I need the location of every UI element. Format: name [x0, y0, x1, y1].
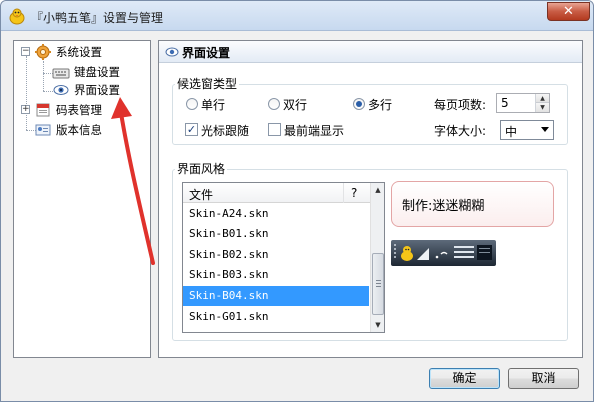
eye-icon [165, 47, 179, 57]
book-icon [36, 103, 50, 117]
skin-row[interactable]: Skin-A24.skn [183, 204, 369, 224]
radio-single-row-label[interactable]: 单行 [201, 96, 225, 113]
title-bar[interactable]: 『小鸭五笔』设置与管理 ✕ [1, 1, 593, 31]
skin-style-title: 界面风格 [175, 160, 228, 177]
topmost-checkbox[interactable] [268, 123, 281, 136]
duck-app-icon [9, 8, 25, 25]
skin-row[interactable]: Skin-G01.skn [183, 307, 369, 327]
scroll-thumb[interactable] [372, 253, 384, 315]
column-divider[interactable] [343, 183, 344, 203]
radio-double-row[interactable] [268, 98, 280, 110]
spin-up-icon[interactable]: ▲ [536, 94, 549, 103]
tree-item-version-info[interactable]: 版本信息 [14, 121, 150, 139]
spin-buttons: ▲ ▼ [535, 94, 549, 112]
skin-row-selected[interactable]: Skin-B04.skn [183, 286, 369, 306]
panel-header: 界面设置 [159, 41, 582, 63]
tree-item-label: 键盘设置 [74, 65, 120, 79]
toolbar-preview-graphic [394, 244, 492, 261]
info-card-icon [35, 124, 51, 136]
radio-single-row[interactable] [186, 98, 198, 110]
font-size-label: 字体大小: [434, 124, 487, 138]
keyboard-icon [52, 68, 70, 79]
skin-file-list[interactable]: 文件 ? Skin-A24.skn Skin-B01.skn Skin-B02.… [182, 182, 385, 333]
skin-row[interactable]: Skin-B03.skn [183, 265, 369, 285]
eye-icon [53, 85, 69, 95]
font-size-select[interactable]: 中 [500, 120, 554, 140]
close-icon: ✕ [563, 4, 574, 19]
settings-window: 『小鸭五笔』设置与管理 ✕ − 系统设置 键盘设置 界面设置 + 码表管理 版本… [0, 0, 594, 402]
toolbar-preview [391, 240, 496, 266]
expand-icon[interactable]: + [21, 105, 30, 114]
ok-button[interactable]: 确定 [429, 368, 500, 389]
column-header-help[interactable]: ? [351, 186, 357, 200]
list-header: 文件 ? [183, 183, 370, 203]
skin-preview: 制作:迷迷糊糊 [391, 181, 554, 227]
radio-multi-row-label[interactable]: 多行 [368, 96, 392, 113]
tree-item-label: 系统设置 [56, 45, 102, 59]
candidate-type-title: 候选窗类型 [175, 75, 240, 92]
radio-multi-row[interactable] [353, 98, 365, 110]
tree-item-label: 码表管理 [56, 103, 102, 117]
list-scrollbar[interactable]: ▲ ▼ [370, 183, 384, 332]
per-page-stepper[interactable]: 5 ▲ ▼ [496, 93, 550, 113]
follow-cursor-label[interactable]: 光标跟随 [201, 122, 249, 139]
tree-item-label: 版本信息 [56, 123, 102, 137]
per-page-label: 每页项数: [434, 98, 487, 112]
collapse-icon[interactable]: − [21, 47, 30, 56]
column-header-file[interactable]: 文件 [189, 186, 213, 203]
topmost-label[interactable]: 最前端显示 [284, 122, 344, 139]
skin-row[interactable]: Skin-B01.skn [183, 224, 369, 244]
follow-cursor-checkbox[interactable]: ✓ [185, 123, 198, 136]
tree-item-code-table[interactable]: + 码表管理 [14, 101, 150, 119]
tree-item-ui-settings[interactable]: 界面设置 [14, 81, 150, 99]
per-page-value[interactable]: 5 [501, 96, 509, 110]
skin-row[interactable]: Skin-B02.skn [183, 245, 369, 265]
scroll-down-icon[interactable]: ▼ [371, 318, 384, 332]
chevron-down-icon [541, 127, 549, 132]
radio-double-row-label[interactable]: 双行 [283, 96, 307, 113]
close-button[interactable]: ✕ [547, 2, 590, 21]
tree-item-keyboard-settings[interactable]: 键盘设置 [14, 63, 150, 81]
scroll-up-icon[interactable]: ▲ [371, 183, 384, 197]
tree-item-system-settings[interactable]: − 系统设置 [14, 43, 150, 61]
skin-author: 制作:迷迷糊糊 [402, 199, 485, 214]
gear-icon [35, 44, 51, 60]
tree-item-label: 界面设置 [74, 81, 120, 99]
cancel-button[interactable]: 取消 [508, 368, 579, 389]
settings-tree: − 系统设置 键盘设置 界面设置 + 码表管理 版本信息 [13, 40, 151, 358]
panel-title: 界面设置 [182, 46, 231, 60]
font-size-value: 中 [505, 125, 518, 139]
spin-down-icon[interactable]: ▼ [536, 103, 549, 112]
window-title: 『小鸭五笔』设置与管理 [31, 11, 164, 25]
